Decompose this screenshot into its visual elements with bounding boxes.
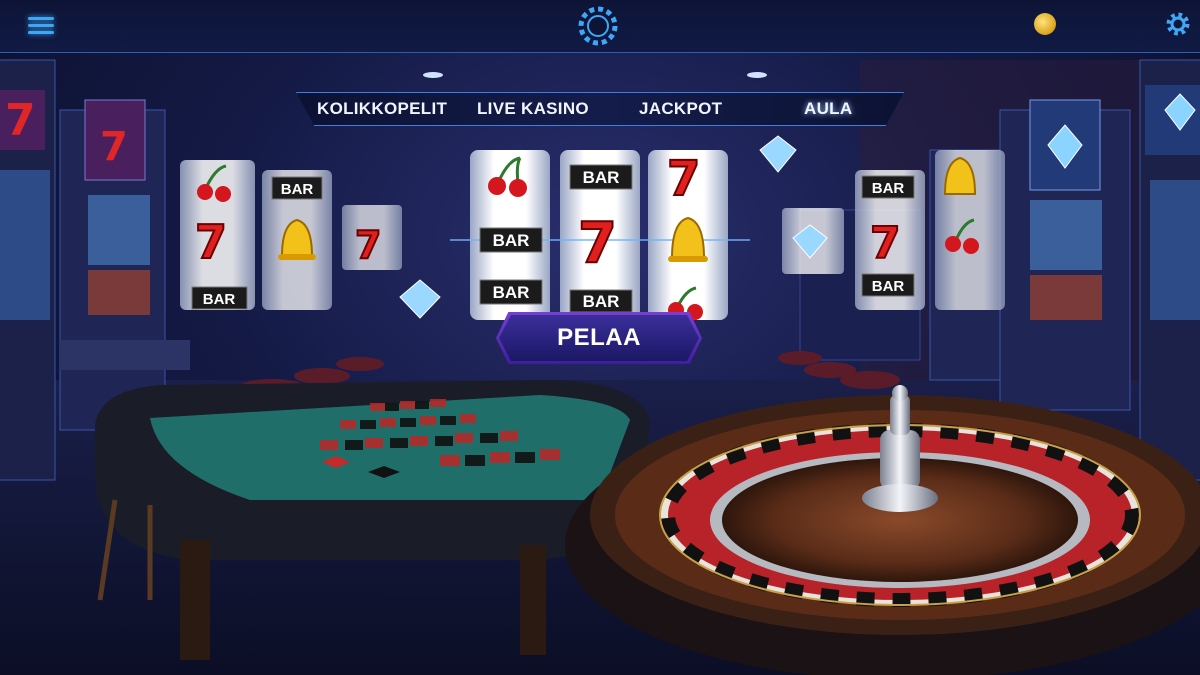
top-bar bbox=[0, 0, 1200, 53]
svg-text:7: 7 bbox=[5, 95, 36, 146]
poker-chip-icon[interactable] bbox=[578, 6, 618, 46]
tab-live-kasino[interactable]: LIVE KASINO bbox=[477, 93, 589, 125]
seven-symbol: 7 bbox=[578, 211, 617, 276]
seven-symbol: 7 bbox=[870, 218, 901, 269]
tab-aula[interactable]: AULA bbox=[804, 93, 852, 125]
bar-symbol: BAR bbox=[281, 181, 314, 198]
bar-symbol: BAR bbox=[493, 283, 530, 302]
coin-icon[interactable] bbox=[1034, 13, 1056, 35]
gear-icon[interactable] bbox=[1164, 10, 1192, 38]
lobby-tab-bar: KOLIKKOPELIT LIVE KASINO JACKPOT AULA bbox=[296, 92, 904, 126]
tab-kolikkopelit[interactable]: KOLIKKOPELIT bbox=[317, 93, 447, 125]
bar-symbol: BAR bbox=[203, 291, 236, 308]
bar-symbol: BAR bbox=[583, 292, 620, 311]
tab-jackpot[interactable]: JACKPOT bbox=[639, 93, 722, 125]
play-button-label: PELAA bbox=[499, 315, 699, 361]
bar-symbol: BAR bbox=[872, 180, 905, 197]
hamburger-menu-icon[interactable] bbox=[0, 0, 82, 50]
bar-symbol: BAR bbox=[872, 278, 905, 295]
play-button[interactable]: PELAA bbox=[496, 312, 702, 364]
seven-symbol: 7 bbox=[355, 223, 381, 267]
casino-lobby-screen: 7 7 7 7 7 7 7 BAR BAR BAR BAR BAR BAR BA… bbox=[0, 0, 1200, 675]
seven-symbol: 7 bbox=[195, 215, 227, 269]
bar-symbol: BAR bbox=[493, 231, 530, 250]
svg-text:7: 7 bbox=[100, 124, 128, 170]
seven-symbol: 7 bbox=[667, 151, 700, 207]
bar-symbol: BAR bbox=[583, 168, 620, 187]
